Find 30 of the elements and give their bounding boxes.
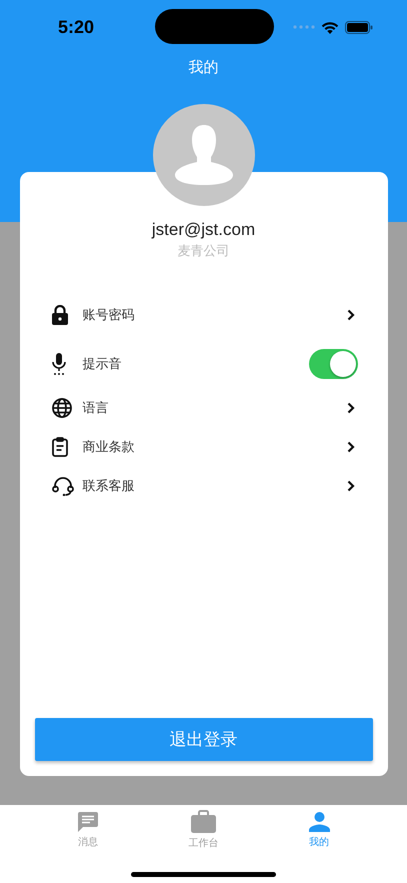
signal-icon: [293, 25, 315, 29]
status-time: 5:20: [58, 16, 96, 38]
menu-item[interactable]: 账号密码: [34, 290, 372, 339]
menu-item[interactable]: 提示音: [34, 339, 372, 388]
menu-item[interactable]: 语言: [34, 388, 372, 427]
headset-icon: [52, 476, 74, 496]
menu-label: 账号密码: [82, 306, 136, 324]
menu-label: 语言: [82, 400, 110, 416]
microphone-icon: [52, 352, 66, 374]
chevron-right-icon: [346, 402, 354, 414]
chevron-right-icon: [346, 440, 354, 452]
briefcase-icon: [190, 810, 216, 833]
lock-icon: [52, 304, 68, 324]
menu-label: 提示音: [82, 356, 122, 372]
company-name: 麦青公司: [178, 243, 230, 260]
menu-item[interactable]: 联系客服: [34, 466, 372, 505]
person-icon: [308, 812, 330, 832]
toggle-switch[interactable]: [308, 348, 358, 378]
chevron-right-icon: [346, 480, 354, 492]
globe-icon: [52, 398, 72, 418]
battery-icon: [345, 20, 373, 34]
user-email: jster@jst.com: [152, 220, 256, 240]
menu-label: 商业条款: [82, 438, 136, 456]
message-icon: [78, 812, 98, 832]
chevron-right-icon: [346, 308, 354, 320]
menu-item[interactable]: 商业条款: [34, 427, 372, 466]
menu-label: 联系客服: [82, 478, 136, 494]
clipboard-icon: [52, 436, 68, 456]
page-title: 我的: [188, 58, 220, 77]
wifi-icon: [321, 20, 339, 34]
